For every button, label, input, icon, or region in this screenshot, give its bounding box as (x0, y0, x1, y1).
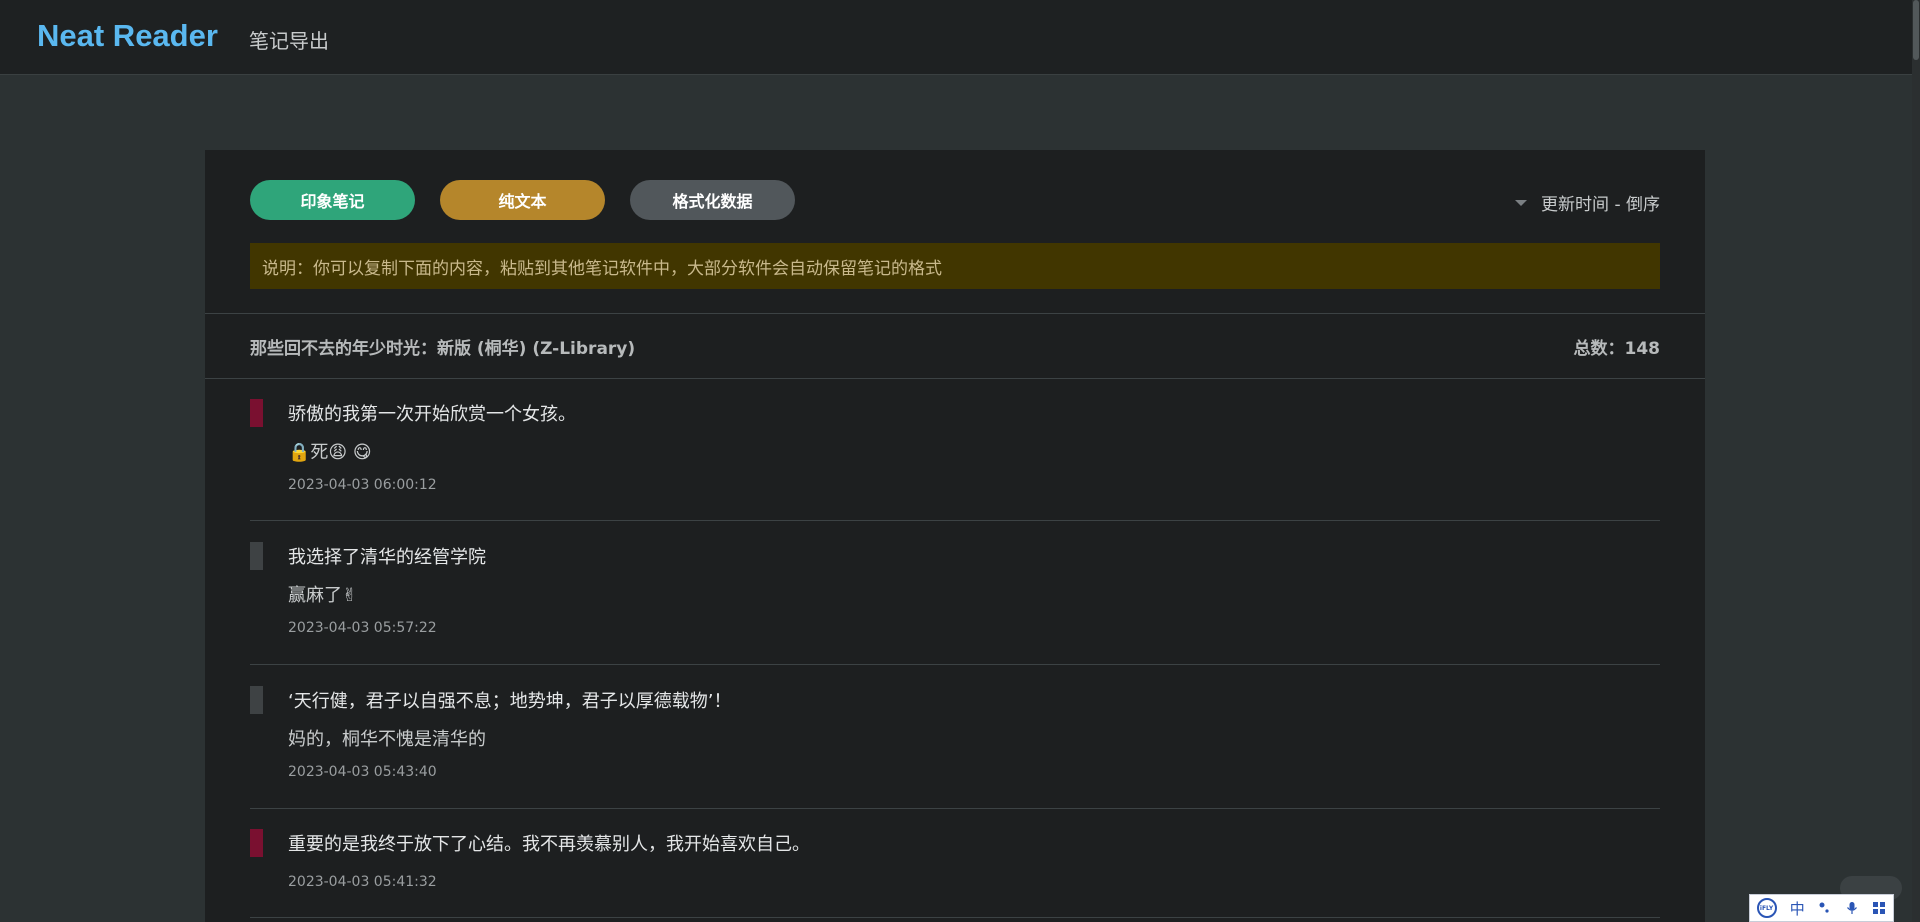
note-quote: ‘天行健，君子以自强不息；地势坤，君子以厚德载物’！ (288, 691, 732, 712)
export-plain-text-button[interactable]: 纯文本 (440, 180, 605, 220)
divider (205, 313, 1705, 314)
ime-toolbar[interactable]: iFLY 中 (1749, 894, 1894, 922)
note-item: 重要的是我终于放下了心结。我不再羡慕别人，我开始喜欢自己。 2023-04-03… (250, 809, 1660, 918)
note-item: 我选择了清华的经管学院 赢麻了✌ 2023-04-03 05:57:22 (250, 521, 1660, 665)
export-formatted-data-button[interactable]: 格式化数据 (630, 180, 795, 220)
microphone-icon[interactable] (1845, 901, 1859, 915)
note-quote: 骄傲的我第一次开始欣赏一个女孩。 (288, 404, 576, 425)
note-comment: 🔒死😩 😋 (288, 442, 372, 463)
note-quote: 重要的是我终于放下了心结。我不再羡慕别人，我开始喜欢自己。 (288, 834, 810, 855)
page-scrollbar[interactable] (1912, 0, 1920, 922)
note-timestamp: 2023-04-03 05:41:32 (288, 874, 437, 890)
app-logo[interactable]: Neat Reader (37, 18, 218, 54)
app-header: Neat Reader 笔记导出 (0, 0, 1912, 75)
scrollbar-thumb[interactable] (1913, 0, 1919, 60)
note-timestamp: 2023-04-03 05:57:22 (288, 620, 437, 636)
note-quote: 我选择了清华的经管学院 (288, 547, 486, 568)
note-comment: 赢麻了✌ (288, 585, 358, 606)
highlight-marker (250, 542, 263, 570)
note-timestamp: 2023-04-03 06:00:12 (288, 477, 437, 493)
toolbox-grid-icon[interactable] (1872, 901, 1886, 915)
nav-note-export[interactable]: 笔记导出 (249, 25, 329, 54)
note-count: 总数：148 (1573, 339, 1661, 359)
sort-label: 更新时间 - 倒序 (1541, 195, 1660, 215)
highlight-marker (250, 686, 263, 714)
punctuation-icon[interactable] (1818, 901, 1832, 915)
note-timestamp: 2023-04-03 05:43:40 (288, 764, 437, 780)
ifly-logo-icon[interactable]: iFLY (1756, 898, 1777, 918)
export-panel: 印象笔记 纯文本 格式化数据 更新时间 - 倒序 说明：你可以复制下面的内容，粘… (205, 150, 1705, 922)
book-title: 那些回不去的年少时光：新版 (桐华) (Z-Library) (250, 339, 636, 359)
caret-down-icon (1515, 199, 1528, 206)
note-item: 骄傲的我第一次开始欣赏一个女孩。 🔒死😩 😋 2023-04-03 06:00:… (250, 379, 1660, 521)
note-item: ‘天行健，君子以自强不息；地势坤，君子以厚德载物’！ 妈的，桐华不愧是清华的 2… (250, 665, 1660, 809)
export-evernote-button[interactable]: 印象笔记 (250, 180, 415, 220)
note-comment: 妈的，桐华不愧是清华的 (288, 729, 486, 750)
notice-banner: 说明：你可以复制下面的内容，粘贴到其他笔记软件中，大部分软件会自动保留笔记的格式 (250, 243, 1660, 289)
highlight-marker (250, 399, 263, 427)
highlight-marker (250, 829, 263, 857)
sort-dropdown[interactable]: 更新时间 - 倒序 (1515, 190, 1660, 215)
ime-mode-toggle[interactable]: 中 (1790, 898, 1805, 919)
